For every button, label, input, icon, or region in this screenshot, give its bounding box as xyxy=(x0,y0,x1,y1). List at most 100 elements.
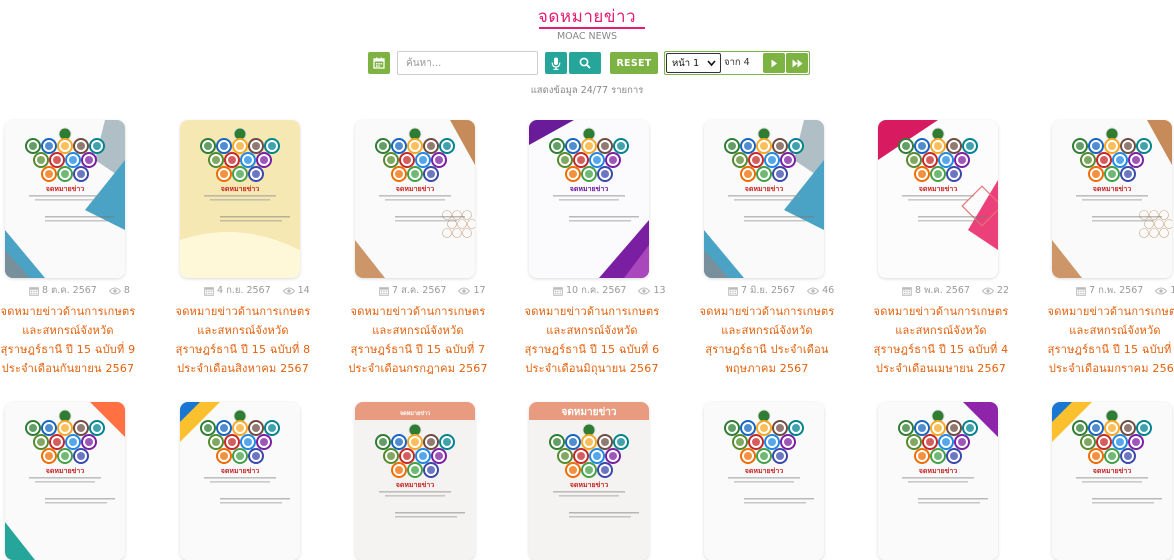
search-input[interactable] xyxy=(397,51,538,75)
news-date: 4 ก.ย. 2567 xyxy=(217,285,271,296)
fast-forward-icon xyxy=(792,59,802,67)
news-title-line: จดหมายข่าวด้านการเกษตร xyxy=(699,305,835,318)
news-title-link[interactable]: จดหมายข่าวด้านการเกษตรและสหกรณ์จังหวัดสุ… xyxy=(866,302,1016,378)
eye-icon xyxy=(1155,287,1168,294)
news-title-line: และสหกรณ์จังหวัด xyxy=(546,324,638,337)
news-title-line: ประจำเดือนกันยายน 2567 xyxy=(1,362,135,375)
news-views: 14 xyxy=(297,285,310,296)
result-count: แสดงข้อมูล 24/77 รายการ xyxy=(530,85,644,96)
news-meta: 8 ต.ค. 2567 8 xyxy=(29,283,130,298)
search-icon xyxy=(579,57,591,69)
news-cover-image[interactable]: จดหมายข่าว จดหมายข่าว xyxy=(529,402,649,560)
news-date: 10 ก.ค. 2567 xyxy=(566,285,627,296)
cover-title: จดหมายข่าว xyxy=(570,481,609,489)
news-cover-image[interactable]: จดหมายข่าว xyxy=(5,402,125,560)
news-title-line: ประจำเดือนมิถุนายน 2567 xyxy=(525,362,659,375)
page-title: จดหมายข่าว xyxy=(537,7,637,27)
news-cover-image[interactable]: จดหมายข่าว xyxy=(355,120,475,278)
news-meta: 10 ก.ค. 2567 13 xyxy=(553,283,666,298)
calendar-icon xyxy=(728,286,738,296)
news-cover-image[interactable]: จดหมายข่าว xyxy=(529,120,649,278)
news-title-line: สุราษฎร์ธานี ปี 15 ฉบับที่ 6 xyxy=(524,343,660,356)
last-page-button[interactable] xyxy=(786,53,808,73)
news-cover-image[interactable]: จดหมายข่าว xyxy=(1052,120,1172,278)
news-date: 7 ก.พ. 2567 xyxy=(1089,285,1144,296)
next-page-button[interactable] xyxy=(763,53,785,73)
news-title-link[interactable]: จดหมายข่าวด้านการเกษตรและสหกรณ์จังหวัดสุ… xyxy=(343,302,493,378)
news-title-line: จดหมายข่าวด้านการเกษตร xyxy=(175,305,311,318)
calendar-icon xyxy=(29,286,39,296)
eye-icon xyxy=(458,287,471,294)
play-icon xyxy=(771,59,777,67)
calendar-button[interactable] xyxy=(368,52,390,74)
news-title-line: จดหมายข่าวด้านการเกษตร xyxy=(350,305,486,318)
calendar-icon xyxy=(379,286,389,296)
news-title-line: จดหมายข่าวด้านการเกษตร xyxy=(873,305,1009,318)
page-subtitle: MOAC NEWS xyxy=(556,31,618,42)
news-title-line: สุราษฎร์ธานี ปี 15 ฉบับที่ 8 xyxy=(175,343,311,356)
news-title-link[interactable]: จดหมายข่าวด้านการเกษตรและสหกรณ์จังหวัดสุ… xyxy=(168,302,318,378)
voice-search-button[interactable] xyxy=(545,52,567,74)
calendar-icon xyxy=(373,57,385,69)
page-select-value: หน้า 1 xyxy=(672,57,700,69)
news-title-line: และสหกรณ์จังหวัด xyxy=(721,324,813,337)
page-select[interactable]: หน้า 1 xyxy=(666,53,721,73)
news-title-line: ประจำเดือนเมษายน 2567 xyxy=(875,362,1007,375)
news-title-line: จดหมายข่าวด้านการเกษตร xyxy=(1047,305,1174,318)
news-title-line: ประจำเดือนสิงหาคม 2567 xyxy=(177,362,309,375)
news-cover-image[interactable]: จดหมายข่าว xyxy=(180,120,300,278)
cover-title: จดหมายข่าว xyxy=(570,185,609,193)
news-cover-image[interactable]: จดหมายข่าว xyxy=(878,120,998,278)
news-title-link[interactable]: จดหมายข่าวด้านการเกษตร และสหกรณ์จังหวัด สุ… xyxy=(1040,302,1174,378)
news-cover-image[interactable]: จดหมายข่าว xyxy=(878,402,998,560)
news-meta: 7 ก.พ. 2567 163 xyxy=(1076,283,1174,298)
news-title-line: ประจำเดือนกรกฎาคม 2567 xyxy=(348,362,488,375)
news-title-line: ประจำเดือนมกราคม 2567 xyxy=(1048,362,1174,375)
microphone-icon xyxy=(551,57,561,70)
news-cover-image[interactable]: จดหมายข่าว xyxy=(704,402,824,560)
news-cover-image[interactable]: จดหมายข่าว จดหมายข่าว xyxy=(355,402,475,560)
news-views: 8 xyxy=(123,285,130,296)
cover-title: จดหมายข่าว xyxy=(221,185,260,193)
news-cover-image[interactable]: จดหมายข่าว xyxy=(704,120,824,278)
news-views: 17 xyxy=(473,285,486,296)
reset-button[interactable]: RESET xyxy=(610,52,658,74)
news-title-link[interactable]: จดหมายข่าวด้านการเกษตร และสหกรณ์จังหวัด สุ… xyxy=(0,302,143,378)
news-meta: 7 มิ.ย. 2567 46 xyxy=(728,283,834,298)
news-title-line: และสหกรณ์จังหวัด xyxy=(372,324,464,337)
calendar-icon xyxy=(204,286,214,296)
news-title-line: สุราษฎร์ธานี ปี 15 ฉบับที่ 4 xyxy=(873,343,1009,356)
cover-title: จดหมายข่าว xyxy=(1093,185,1132,193)
news-title-line: สุราษฎร์ธานี ปี 15 ฉบับที่ 7 xyxy=(350,343,486,356)
news-title-line: จดหมายข่าวด้านการเกษตร xyxy=(524,305,660,318)
news-meta: 8 พ.ค. 2567 22 xyxy=(902,283,1009,298)
news-date: 8 ต.ค. 2567 xyxy=(42,285,97,296)
cover-title: จดหมายข่าว xyxy=(46,185,85,193)
news-title-line: และสหกรณ์จังหวัด xyxy=(895,324,987,337)
news-title-line: และสหกรณ์จังหวัด xyxy=(22,324,114,337)
cover-title: จดหมายข่าว xyxy=(745,185,784,193)
news-title-line: สุราษฎร์ธานี ประจำเดือน xyxy=(705,343,829,356)
cover-title: จดหมายข่าว xyxy=(396,185,435,193)
news-title-line: จดหมายข่าวด้านการเกษตร xyxy=(0,305,136,318)
news-title-link[interactable]: จดหมายข่าวด้านการเกษตรและสหกรณ์จังหวัดสุ… xyxy=(517,302,667,378)
eye-icon xyxy=(108,287,121,294)
news-cover-image[interactable]: จดหมายข่าว xyxy=(5,120,125,278)
news-cover-image[interactable]: จดหมายข่าว xyxy=(180,402,300,560)
eye-icon xyxy=(981,287,994,294)
page-total-label: จาก 4 xyxy=(724,57,750,68)
cover-title: จดหมายข่าว xyxy=(919,185,958,193)
calendar-icon xyxy=(553,286,563,296)
eye-icon xyxy=(807,287,820,294)
news-views: 22 xyxy=(996,285,1010,296)
news-title-line: และสหกรณ์จังหวัด xyxy=(197,324,289,337)
news-title-line: พฤษภาคม 2567 xyxy=(725,362,809,375)
search-button[interactable] xyxy=(569,52,601,74)
news-date: 7 มิ.ย. 2567 xyxy=(741,285,796,296)
calendar-icon xyxy=(902,286,912,296)
news-title-link[interactable]: จดหมายข่าวด้านการเกษตรและสหกรณ์จังหวัดสุ… xyxy=(692,302,842,378)
news-cover-image[interactable]: จดหมายข่าว xyxy=(1052,402,1172,560)
news-title-line: และสหกรณ์จังหวัด xyxy=(1069,324,1161,337)
news-views: 46 xyxy=(822,285,835,296)
calendar-icon xyxy=(1076,286,1086,296)
